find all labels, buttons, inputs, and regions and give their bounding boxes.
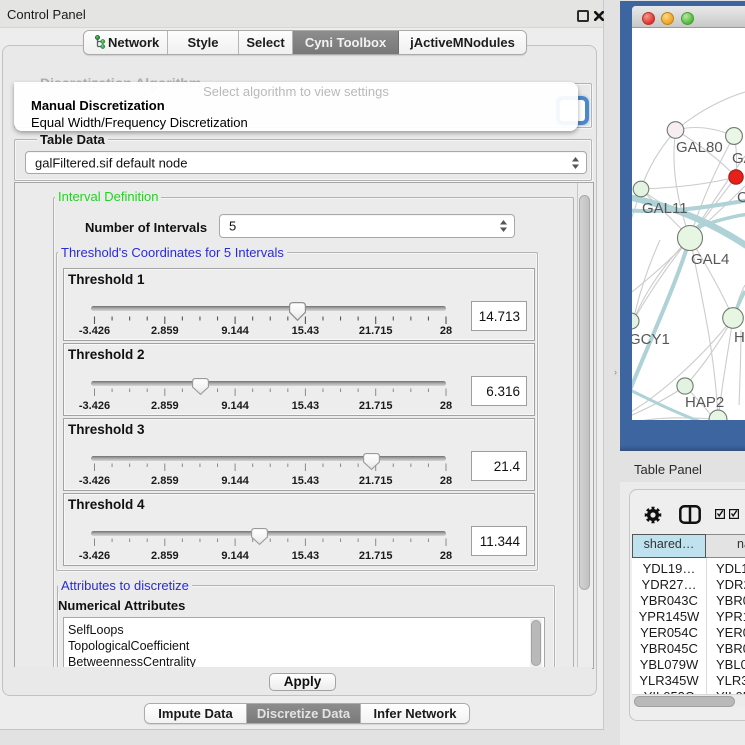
svg-text:GCY1: GCY1 bbox=[632, 331, 670, 348]
svg-text:HAP2: HAP2 bbox=[685, 394, 724, 411]
svg-text:H: H bbox=[734, 329, 745, 346]
svg-text:GAL4: GAL4 bbox=[691, 251, 729, 268]
svg-text:GAL80: GAL80 bbox=[676, 139, 723, 156]
svg-text:GAL11: GAL11 bbox=[642, 200, 688, 217]
svg-text:GA: GA bbox=[732, 150, 745, 167]
svg-text:C: C bbox=[737, 189, 745, 206]
